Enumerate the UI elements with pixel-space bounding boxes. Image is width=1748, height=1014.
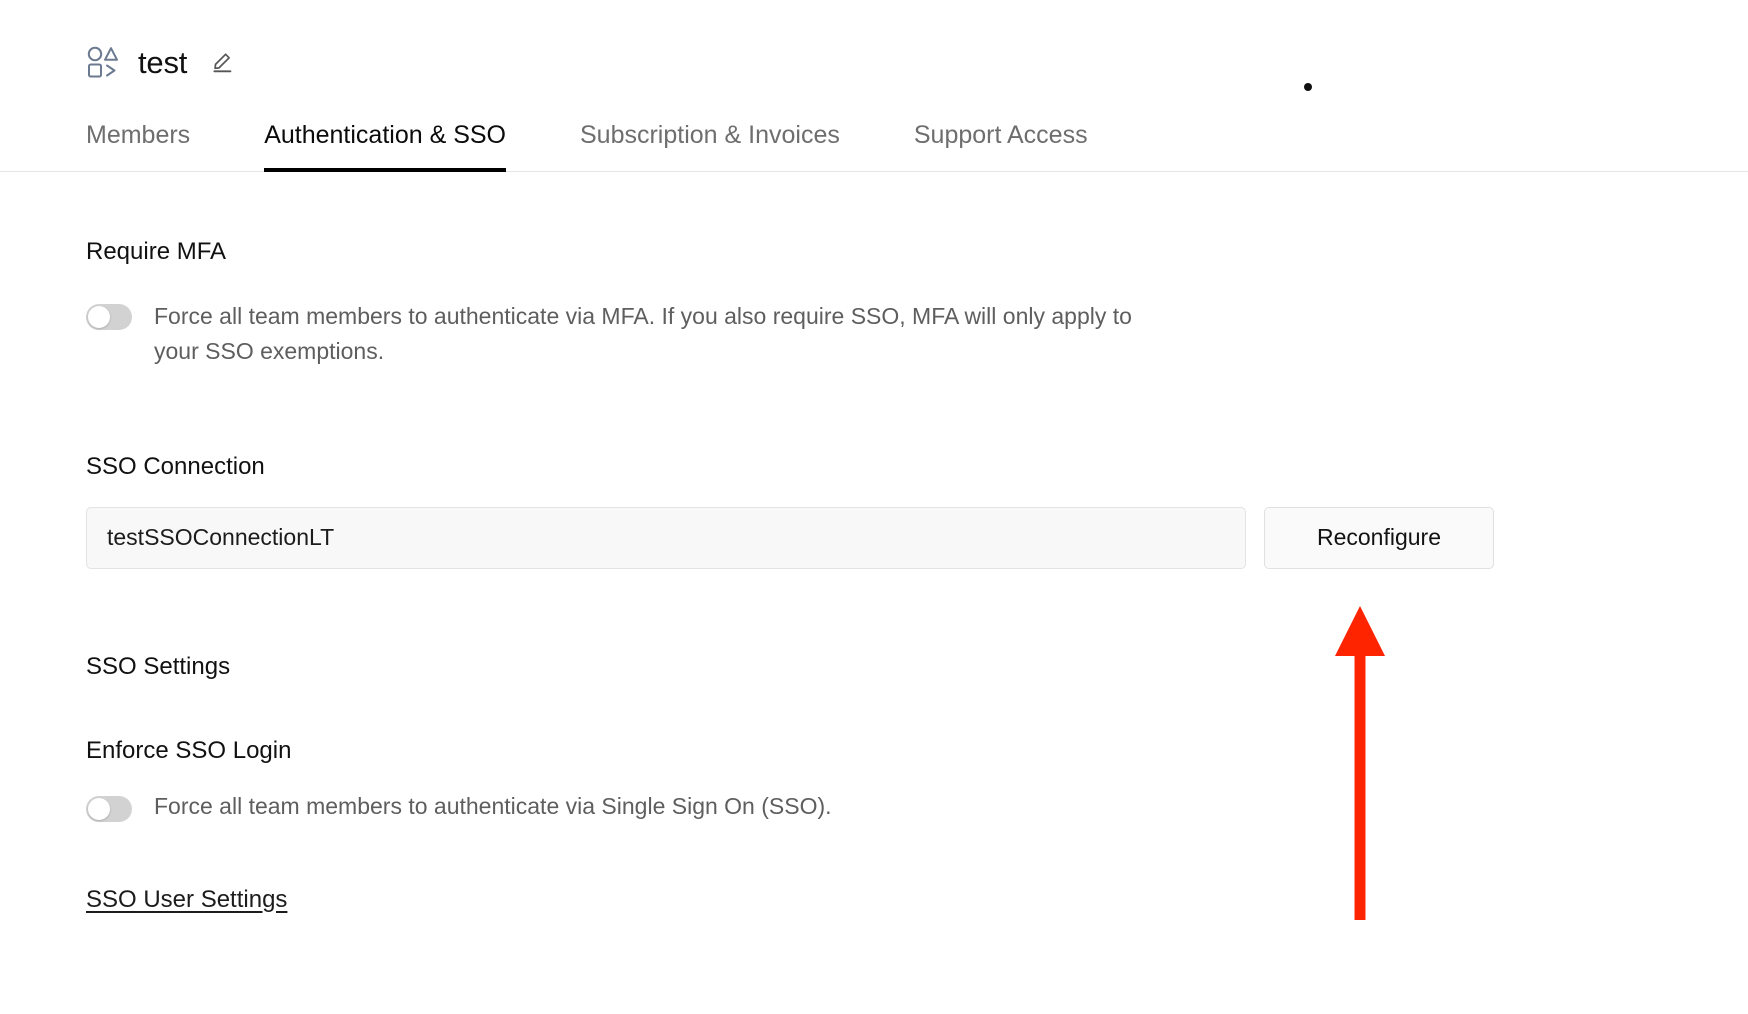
sso-connection-section: SSO Connection Reconfigure [86, 452, 1748, 569]
require-mfa-heading: Require MFA [86, 237, 227, 265]
sso-connection-input[interactable] [86, 506, 1246, 569]
enforce-sso-login-description: Force all team members to authenticate v… [154, 792, 832, 819]
reconfigure-button[interactable]: Reconfigure [1264, 506, 1494, 569]
require-mfa-section: Require MFA Force all team members to au… [86, 237, 1748, 369]
sso-connection-row: Reconfigure [86, 506, 1748, 569]
enforce-sso-login-block: Enforce SSO Login Force all team members… [86, 736, 1748, 824]
sso-settings-section: SSO Settings Enforce SSO Login Force all… [86, 652, 1748, 914]
shapes-logo-icon [87, 46, 118, 78]
require-mfa-description: Force all team members to authenticate v… [154, 302, 1132, 364]
workspace-header: test [0, 0, 1748, 90]
toggle-knob [88, 305, 110, 328]
pencil-edit-icon[interactable] [211, 50, 235, 74]
tab-authentication-sso[interactable]: Authentication & SSO [264, 121, 506, 172]
authentication-sso-panel: Require MFA Force all team members to au… [0, 237, 1748, 914]
enforce-sso-login-toggle[interactable] [86, 795, 132, 822]
enforce-sso-login-row: Force all team members to authenticate v… [86, 789, 1748, 824]
require-mfa-row: Force all team members to authenticate v… [86, 299, 1748, 369]
sso-connection-heading: SSO Connection [86, 452, 265, 480]
settings-tabbar: Members Authentication & SSO Subscriptio… [0, 120, 1748, 172]
tab-members[interactable]: Members [86, 121, 190, 172]
require-mfa-toggle[interactable] [86, 303, 132, 330]
cursor-dot [1304, 83, 1312, 91]
enforce-sso-login-heading: Enforce SSO Login [86, 736, 292, 764]
sso-settings-heading: SSO Settings [86, 652, 231, 680]
tab-subscription-invoices[interactable]: Subscription & Invoices [580, 121, 840, 172]
sso-user-settings-link[interactable]: SSO User Settings [86, 886, 287, 914]
tab-support-access[interactable]: Support Access [914, 121, 1088, 172]
workspace-name: test [138, 44, 188, 80]
toggle-knob [88, 797, 110, 820]
